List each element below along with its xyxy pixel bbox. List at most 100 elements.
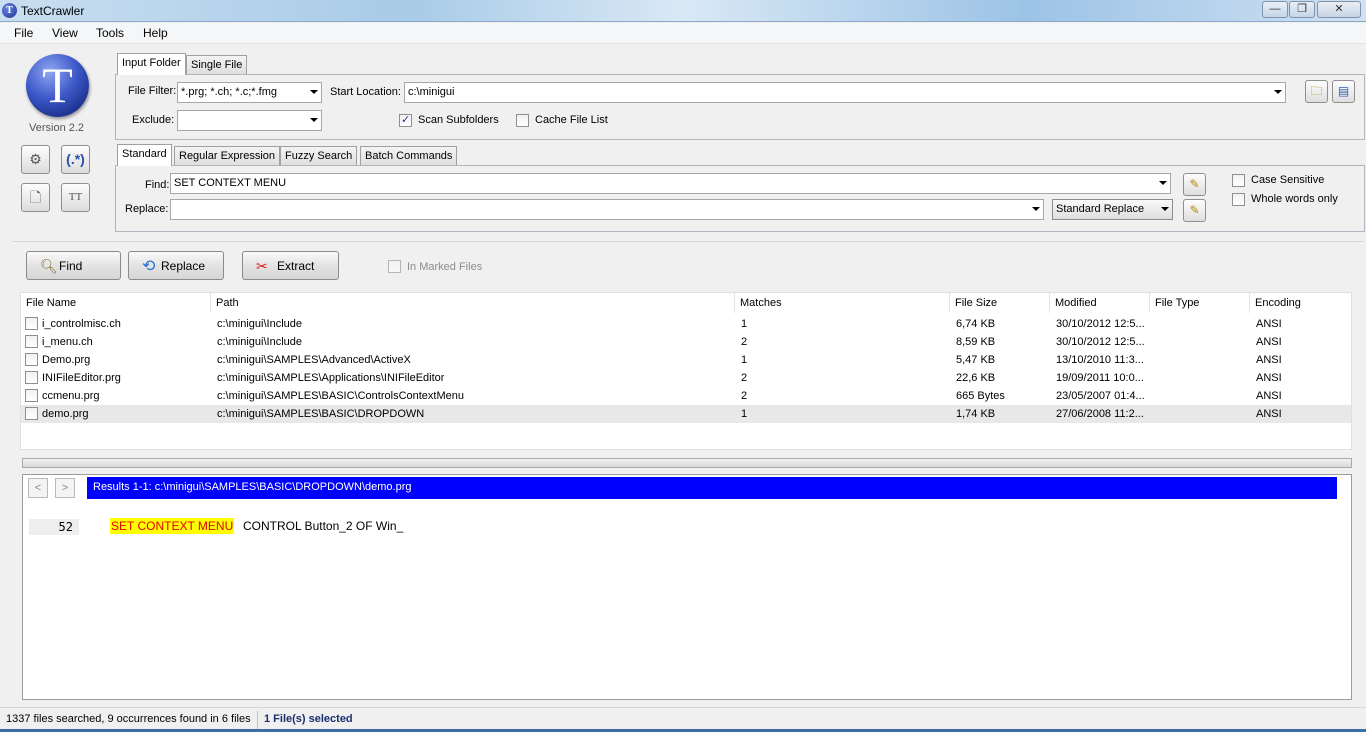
divider — [12, 241, 1364, 242]
menu-tools[interactable]: Tools — [96, 26, 124, 40]
matches-cell: 1 — [741, 354, 748, 366]
splitter-handle[interactable] — [22, 458, 1352, 468]
browse-folder-button[interactable]: 🗀 — [1305, 80, 1328, 103]
case-sensitive-label: Case Sensitive — [1251, 174, 1325, 186]
file-size-cell: 665 Bytes — [956, 390, 1005, 402]
matches-cell: 2 — [741, 336, 748, 348]
menu-file[interactable]: File — [14, 26, 33, 40]
edit-replace-button[interactable]: ✎ — [1183, 199, 1206, 222]
matches-cell: 2 — [741, 372, 748, 384]
row-checkbox[interactable] — [25, 317, 38, 330]
modified-cell: 19/09/2011 10:0... — [1056, 372, 1144, 384]
case-sensitive-checkbox[interactable] — [1232, 174, 1245, 187]
column-header-encoding[interactable]: Encoding — [1250, 293, 1351, 313]
row-checkbox[interactable] — [25, 335, 38, 348]
input-folder-panel: File Filter: *.prg; *.ch; *.c;*.fmg Star… — [115, 74, 1365, 140]
modified-cell: 27/06/2008 11:2... — [1056, 408, 1144, 420]
file-filter-combo[interactable]: *.prg; *.ch; *.c;*.fmg — [177, 82, 322, 103]
find-combo[interactable]: SET CONTEXT MENU — [170, 173, 1171, 194]
tab-input-folder[interactable]: Input Folder — [117, 53, 186, 75]
chevron-down-icon — [1161, 207, 1169, 211]
table-row[interactable]: INIFileEditor.prg c:\minigui\SAMPLES\App… — [21, 369, 1351, 387]
settings-button[interactable]: ⚙ — [21, 145, 50, 174]
find-label: Find: — [145, 179, 170, 191]
folder-icon: 🗀 — [1310, 84, 1323, 98]
row-checkbox[interactable] — [25, 407, 38, 420]
replace-button-label: Replace — [161, 259, 206, 273]
next-result-button[interactable]: > — [55, 478, 75, 498]
modified-cell: 23/05/2007 01:4... — [1056, 390, 1145, 402]
previous-result-button[interactable]: < — [28, 478, 48, 498]
table-row[interactable]: demo.prg c:\minigui\SAMPLES\BASIC\DROPDO… — [21, 405, 1351, 423]
replace-mode-select[interactable]: Standard Replace — [1052, 199, 1173, 220]
file-name-cell: Demo.prg — [42, 354, 91, 366]
chevron-down-icon — [1274, 90, 1282, 94]
in-marked-files-checkbox[interactable] — [388, 260, 401, 273]
row-checkbox[interactable] — [25, 371, 38, 384]
in-marked-files-label: In Marked Files — [407, 261, 483, 273]
table-row[interactable]: Demo.prg c:\minigui\SAMPLES\Advanced\Act… — [21, 351, 1351, 369]
cache-file-list-checkbox[interactable] — [516, 114, 529, 127]
app-icon: T — [2, 3, 17, 18]
regex-button[interactable]: (.*) — [61, 145, 90, 174]
table-row[interactable]: ccmenu.prg c:\minigui\SAMPLES\BASIC\Cont… — [21, 387, 1351, 405]
extract-button[interactable]: ✂ Extract — [242, 251, 339, 280]
modified-cell: 30/10/2012 12:5... — [1056, 336, 1145, 348]
regex-icon: (.*) — [66, 151, 85, 167]
layout-toggle-button[interactable]: ▤ — [1332, 80, 1355, 103]
app-logo: T — [26, 54, 89, 117]
column-header-file-type[interactable]: File Type — [1150, 293, 1250, 313]
tab-batch-commands[interactable]: Batch Commands — [360, 146, 458, 166]
file-filter-label: File Filter: — [128, 85, 177, 97]
replace-combo[interactable] — [170, 199, 1044, 220]
column-header-path[interactable]: Path — [211, 293, 735, 313]
start-location-combo[interactable]: c:\minigui — [404, 82, 1286, 103]
tab-regular-expression[interactable]: Regular Expression — [174, 146, 280, 166]
tab-single-file[interactable]: Single File — [186, 55, 248, 75]
table-row[interactable]: i_controlmisc.ch c:\minigui\Include 1 6,… — [21, 315, 1351, 333]
minimize-button[interactable]: — — [1262, 1, 1288, 18]
matches-cell: 1 — [741, 408, 748, 420]
window-title: TextCrawler — [21, 4, 85, 18]
line-number: 52 — [29, 519, 79, 535]
column-header-file-size[interactable]: File Size — [950, 293, 1050, 313]
path-cell: c:\minigui\SAMPLES\Applications\INIFileE… — [217, 372, 445, 384]
menu-help[interactable]: Help — [143, 26, 168, 40]
edit-find-button[interactable]: ✎ — [1183, 173, 1206, 196]
start-location-label: Start Location: — [330, 86, 401, 98]
find-button-label: Find — [59, 259, 83, 273]
text-case-button[interactable]: TT — [61, 183, 90, 212]
column-header-modified[interactable]: Modified — [1050, 293, 1150, 313]
pencil-icon: ✎ — [1189, 177, 1200, 191]
column-header-file-name[interactable]: File Name — [21, 293, 211, 313]
encoding-cell: ANSI — [1256, 372, 1282, 384]
replace-mode-value: Standard Replace — [1056, 203, 1145, 215]
path-cell: c:\minigui\SAMPLES\BASIC\DROPDOWN — [217, 408, 425, 420]
document-icon: 🗋 — [29, 189, 42, 205]
close-button[interactable]: ✕ — [1317, 1, 1361, 18]
replace-label: Replace: — [125, 203, 169, 215]
encoding-cell: ANSI — [1256, 390, 1282, 402]
scan-subfolders-label: Scan Subfolders — [418, 114, 499, 126]
matches-cell: 1 — [741, 318, 748, 330]
tab-standard[interactable]: Standard — [117, 144, 172, 166]
replace-button[interactable]: ⟲ Replace — [128, 251, 224, 280]
table-row[interactable]: i_menu.ch c:\minigui\Include 2 8,59 KB 3… — [21, 333, 1351, 351]
file-name-cell: i_menu.ch — [42, 336, 93, 348]
scan-subfolders-checkbox[interactable] — [399, 113, 412, 127]
maximize-button[interactable]: ❐ — [1289, 1, 1315, 18]
match-line-text: CONTROL Button_2 OF Win_ — [243, 519, 404, 533]
exclude-combo[interactable] — [177, 110, 322, 131]
find-button[interactable]: 🔍︎ Find — [26, 251, 121, 280]
column-header-matches[interactable]: Matches — [735, 293, 950, 313]
tab-fuzzy-search[interactable]: Fuzzy Search — [280, 146, 358, 166]
row-checkbox[interactable] — [25, 353, 38, 366]
file-filter-value: *.prg; *.ch; *.c;*.fmg — [181, 86, 277, 98]
document-button[interactable]: 🗋 — [21, 183, 50, 212]
row-checkbox[interactable] — [25, 389, 38, 402]
magnifier-icon: 🔍︎ — [40, 258, 58, 274]
replace-arrows-icon: ⟲ — [142, 258, 156, 275]
whole-words-checkbox[interactable] — [1232, 193, 1245, 206]
file-name-cell: i_controlmisc.ch — [42, 318, 121, 330]
menu-view[interactable]: View — [52, 26, 78, 40]
